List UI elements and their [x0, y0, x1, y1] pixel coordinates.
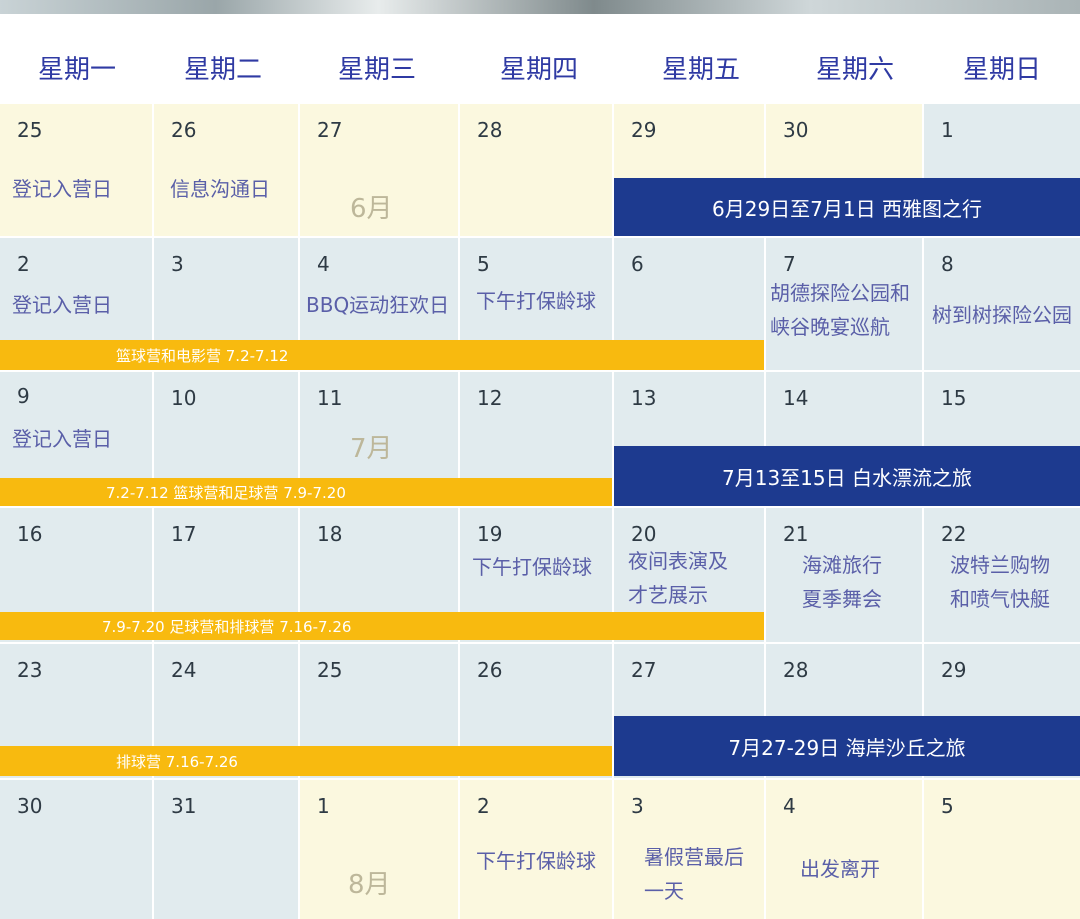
event-label: 海滩旅行 [802, 553, 882, 577]
event-label: 一天 [644, 879, 684, 903]
event-label: 登记入营日 [12, 177, 112, 201]
day-number: 22 [941, 522, 967, 546]
event-label: 峡谷晚宴巡航 [770, 315, 890, 339]
header-photo-strip [0, 0, 1080, 14]
camp-band-basketball-film: 篮球营和电影营 7.2-7.12 [0, 340, 764, 370]
day-number: 25 [17, 118, 43, 142]
day-number: 31 [171, 794, 197, 818]
event-label: 下午打保龄球 [472, 555, 592, 579]
trip-band-seattle: 6月29日至7月1日 西雅图之行 [614, 178, 1080, 236]
day-number: 3 [631, 794, 644, 818]
day-number: 29 [631, 118, 657, 142]
day-number: 17 [171, 522, 197, 546]
day-number: 10 [171, 386, 197, 410]
day-number: 1 [317, 794, 330, 818]
day-number: 7 [783, 252, 796, 276]
day-number: 4 [783, 794, 796, 818]
event-label: BBQ运动狂欢日 [306, 293, 450, 317]
day-cell: 30 [0, 780, 152, 919]
day-cell: 5 [924, 780, 1080, 919]
month-label: 6月 [350, 194, 393, 224]
day-number: 30 [783, 118, 809, 142]
day-number: 28 [477, 118, 503, 142]
day-number: 16 [17, 522, 43, 546]
weekday-header-sun: 星期日 [962, 55, 1041, 85]
camp-band-basketball-soccer: 7.2-7.12 篮球营和足球营 7.9-7.20 [0, 478, 612, 506]
day-number: 29 [941, 658, 967, 682]
event-label: 信息沟通日 [170, 177, 270, 201]
day-number: 5 [941, 794, 954, 818]
weekday-header-sat: 星期六 [815, 55, 894, 85]
day-number: 6 [631, 252, 644, 276]
day-number: 5 [477, 252, 490, 276]
day-number: 9 [17, 384, 30, 408]
event-label: 夏季舞会 [802, 587, 882, 611]
event-label: 才艺展示 [628, 583, 708, 607]
event-label: 夜间表演及 [628, 549, 728, 573]
day-cell: 7 胡德探险公园和 峡谷晚宴巡航 [766, 238, 922, 370]
day-cell: 3 暑假营最后 一天 [614, 780, 764, 919]
day-number: 25 [317, 658, 343, 682]
weekday-header-fri: 星期五 [661, 55, 740, 85]
camp-band-volleyball: 排球营 7.16-7.26 [0, 746, 612, 776]
weekday-header-wed: 星期三 [337, 55, 416, 85]
day-cell: 25 登记入营日 [0, 104, 152, 236]
weekday-header-mon: 星期一 [37, 55, 116, 85]
month-label: 7月 [350, 434, 393, 464]
day-cell: 8 树到树探险公园 [924, 238, 1080, 370]
day-number: 23 [17, 658, 43, 682]
event-label: 树到树探险公园 [932, 303, 1072, 327]
event-label: 胡德探险公园和 [770, 281, 910, 305]
day-number: 12 [477, 386, 503, 410]
day-number: 27 [631, 658, 657, 682]
day-number: 8 [941, 252, 954, 276]
day-cell: 28 [460, 104, 612, 236]
day-cell: 31 [154, 780, 298, 919]
event-label: 下午打保龄球 [476, 289, 596, 313]
day-number: 4 [317, 252, 330, 276]
day-cell: 26 信息沟通日 [154, 104, 298, 236]
day-number: 2 [17, 252, 30, 276]
day-number: 14 [783, 386, 809, 410]
trip-band-dunes: 7月27-29日 海岸沙丘之旅 [614, 716, 1080, 776]
day-cell: 27 6月 [300, 104, 458, 236]
trip-band-rafting: 7月13至15日 白水漂流之旅 [614, 446, 1080, 506]
day-number: 1 [941, 118, 954, 142]
day-number: 11 [317, 386, 343, 410]
camp-band-soccer-volleyball: 7.9-7.20 足球营和排球营 7.16-7.26 [0, 612, 764, 640]
weekday-header-tue: 星期二 [183, 55, 262, 85]
day-cell: 1 8月 [300, 780, 458, 919]
day-number: 26 [477, 658, 503, 682]
day-number: 19 [477, 522, 503, 546]
day-number: 18 [317, 522, 343, 546]
day-number: 13 [631, 386, 657, 410]
event-label: 登记入营日 [12, 293, 112, 317]
day-cell: 21 海滩旅行 夏季舞会 [766, 508, 922, 642]
day-number: 3 [171, 252, 184, 276]
day-number: 15 [941, 386, 967, 410]
day-number: 21 [783, 522, 809, 546]
day-number: 24 [171, 658, 197, 682]
day-cell: 2 下午打保龄球 [460, 780, 612, 919]
event-label: 和喷气快艇 [950, 587, 1050, 611]
day-number: 27 [317, 118, 343, 142]
weekday-header-thu: 星期四 [499, 55, 578, 85]
event-label: 登记入营日 [12, 427, 112, 451]
day-cell: 22 波特兰购物 和喷气快艇 [924, 508, 1080, 642]
event-label: 暑假营最后 [644, 845, 744, 869]
day-number: 28 [783, 658, 809, 682]
day-number: 2 [477, 794, 490, 818]
event-label: 下午打保龄球 [476, 849, 596, 873]
day-number: 30 [17, 794, 43, 818]
day-number: 20 [631, 522, 657, 546]
event-label: 波特兰购物 [950, 553, 1050, 577]
month-label: 8月 [348, 870, 391, 900]
event-label: 出发离开 [800, 857, 880, 881]
day-cell: 4 出发离开 [766, 780, 922, 919]
day-number: 26 [171, 118, 197, 142]
